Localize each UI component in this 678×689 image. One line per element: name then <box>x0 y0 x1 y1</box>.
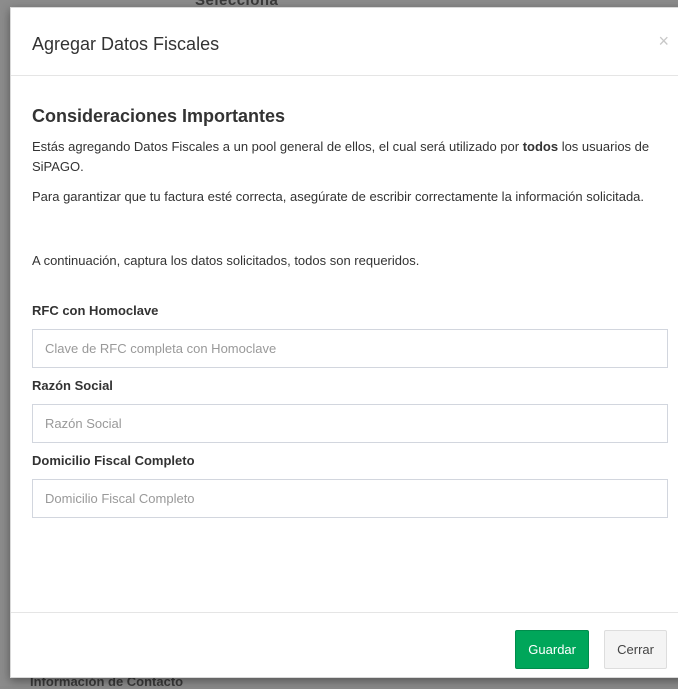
modal-footer: Guardar Cerrar <box>11 612 678 678</box>
modal-title: Agregar Datos Fiscales <box>32 34 220 54</box>
add-fiscal-data-modal: Agregar Datos Fiscales × Consideraciones… <box>10 7 678 678</box>
domicilio-label: Domicilio Fiscal Completo <box>32 453 195 468</box>
notice-text-emphasis: todos <box>522 139 559 154</box>
domicilio-input[interactable] <box>32 479 668 518</box>
close-icon[interactable]: × <box>658 32 669 50</box>
domicilio-field-group: Domicilio Fiscal Completo <box>32 453 668 518</box>
section-title: Consideraciones Importantes <box>32 106 286 126</box>
notice-paragraph-pool: Estás agregando Datos Fiscales a un pool… <box>32 137 664 177</box>
modal-header: Agregar Datos Fiscales × <box>11 8 678 76</box>
notice-paragraph-accuracy: Para garantizar que tu factura esté corr… <box>32 189 645 204</box>
razon-social-input[interactable] <box>32 404 668 443</box>
razon-social-label: Razón Social <box>32 378 113 393</box>
rfc-field-group: RFC con Homoclave <box>32 303 668 368</box>
modal-body: Consideraciones Importantes Estás agrega… <box>11 106 678 518</box>
razon-social-field-group: Razón Social <box>32 378 668 443</box>
form-intro-text: A continuación, captura los datos solici… <box>32 253 420 268</box>
notice-text-start: Estás agregando Datos Fiscales a un pool… <box>32 139 523 154</box>
rfc-label: RFC con Homoclave <box>32 303 159 318</box>
cancel-button[interactable]: Cerrar <box>604 630 667 669</box>
save-button[interactable]: Guardar <box>515 630 589 669</box>
rfc-input[interactable] <box>32 329 668 368</box>
